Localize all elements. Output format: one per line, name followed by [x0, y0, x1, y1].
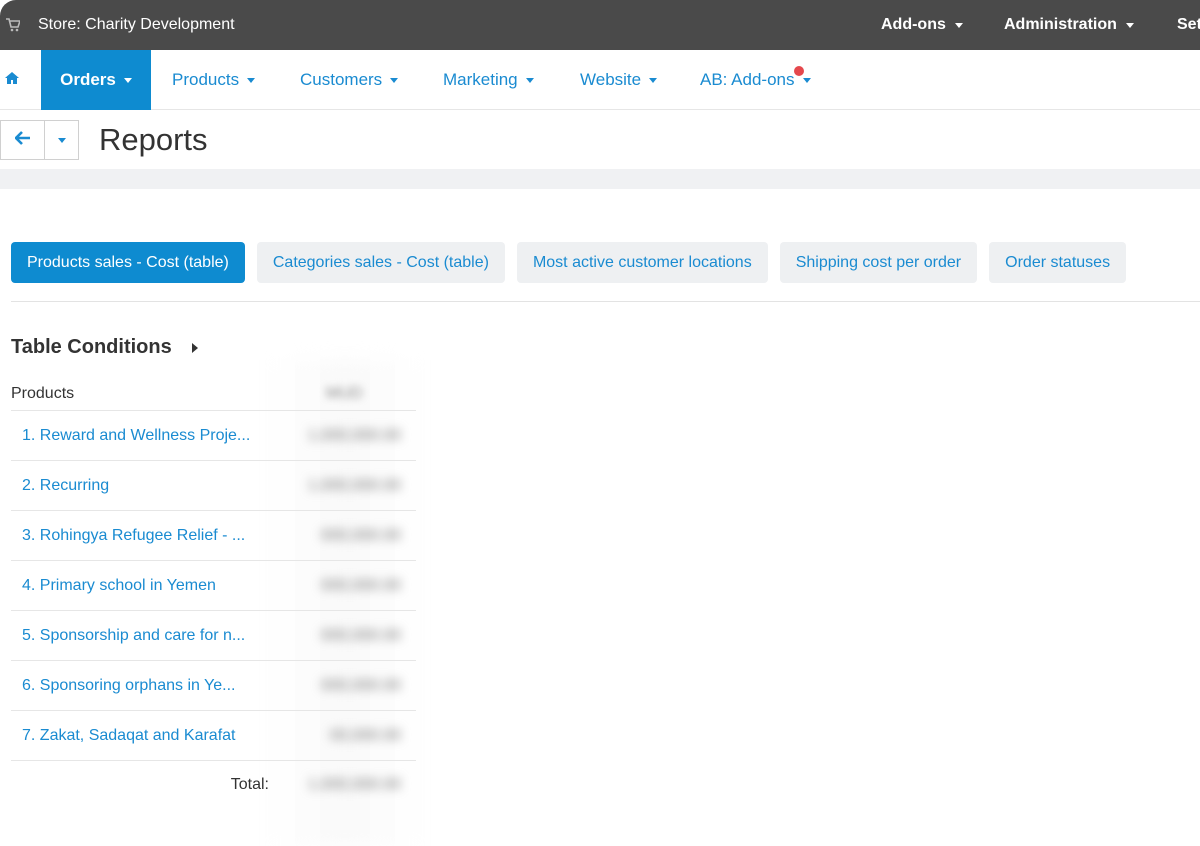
- product-link[interactable]: 1. Reward and Wellness Proje...: [22, 427, 250, 445]
- back-button[interactable]: [0, 120, 45, 160]
- history-dropdown-button[interactable]: [45, 120, 79, 160]
- nav-website[interactable]: Website: [580, 50, 658, 110]
- chevron-down-icon: [802, 77, 811, 83]
- main-nav: Orders Products Customers Marketing Webs…: [0, 50, 1200, 110]
- topbar-menu-addons[interactable]: Add-ons: [881, 16, 963, 34]
- tab-categories-sales-cost[interactable]: Categories sales - Cost (table): [256, 242, 505, 283]
- product-link[interactable]: 6. Sponsoring orphans in Ye...: [22, 677, 236, 695]
- notification-dot: [794, 66, 804, 76]
- tab-order-statuses[interactable]: Order statuses: [989, 242, 1127, 283]
- caret-right-icon: [191, 342, 198, 353]
- total-amount: 1,000,000.00: [307, 776, 401, 793]
- chevron-down-icon: [954, 22, 963, 28]
- nav-ab-addons-label: AB: Add-ons: [700, 70, 795, 89]
- table-row: 4. Primary school in Yemen 000,000.00: [11, 561, 416, 611]
- report-tabs: Products sales - Cost (table) Categories…: [11, 242, 1138, 283]
- chevron-down-icon: [247, 77, 256, 83]
- nav-orders-label: Orders: [60, 70, 116, 89]
- table-row: 6. Sponsoring orphans in Ye... 000,000.0…: [11, 661, 416, 711]
- topbar-menu-administration[interactable]: Administration: [1004, 16, 1134, 34]
- tab-shipping-cost[interactable]: Shipping cost per order: [779, 242, 978, 283]
- topbar-settings-label: Set: [1177, 16, 1200, 33]
- product-amount: 000,000.00: [320, 626, 401, 644]
- topbar-menu-settings[interactable]: Set: [1177, 16, 1200, 34]
- home-icon: [4, 70, 20, 90]
- product-amount: 000,000.00: [320, 576, 401, 594]
- product-amount: 000,000.00: [320, 676, 401, 694]
- title-bar: Reports: [0, 111, 1200, 169]
- divider: [11, 301, 1200, 302]
- divider-strip: [0, 169, 1200, 189]
- top-bar: Store: Charity Development Add-ons Admin…: [0, 0, 1200, 50]
- nav-customers[interactable]: Customers: [300, 50, 399, 110]
- topbar-administration-label: Administration: [1004, 16, 1117, 33]
- topbar-addons-label: Add-ons: [881, 16, 946, 33]
- table-header: Products MUD: [11, 378, 416, 411]
- table-total-row: Total: 1,000,000.00: [11, 761, 416, 811]
- report-table: Products MUD 1. Reward and Wellness Proj…: [11, 378, 416, 811]
- table-row: 2. Recurring 1,000,000.00: [11, 461, 416, 511]
- product-link[interactable]: 3. Rohingya Refugee Relief - ...: [22, 527, 245, 545]
- product-amount: 1,000,000.00: [307, 426, 401, 444]
- header-amount: MUD: [326, 385, 363, 402]
- store-selector[interactable]: Store: Charity Development: [0, 0, 235, 50]
- table-conditions-label: Table Conditions: [11, 336, 172, 358]
- table-row: 1. Reward and Wellness Proje... 1,000,00…: [11, 411, 416, 461]
- chevron-down-icon: [649, 77, 658, 83]
- chevron-down-icon: [123, 77, 132, 83]
- product-link[interactable]: 7. Zakat, Sadaqat and Karafat: [22, 727, 235, 745]
- nav-products[interactable]: Products: [172, 50, 256, 110]
- header-products: Products: [11, 385, 75, 402]
- product-amount: 000,000.00: [320, 526, 401, 544]
- nav-customers-label: Customers: [300, 70, 383, 89]
- tab-products-sales-cost[interactable]: Products sales - Cost (table): [11, 242, 245, 283]
- table-row: 3. Rohingya Refugee Relief - ... 000,000…: [11, 511, 416, 561]
- nav-marketing-label: Marketing: [443, 70, 518, 89]
- chevron-down-icon: [57, 137, 66, 143]
- product-amount: 1,000,000.00: [307, 476, 401, 494]
- product-link[interactable]: 5. Sponsorship and care for n...: [22, 627, 245, 645]
- home-button[interactable]: [4, 50, 20, 110]
- table-conditions-toggle[interactable]: Table Conditions: [11, 336, 198, 359]
- chevron-down-icon: [390, 77, 399, 83]
- product-amount: 00,000.00: [329, 726, 401, 744]
- arrow-left-icon: [13, 130, 31, 150]
- product-link[interactable]: 4. Primary school in Yemen: [22, 577, 216, 595]
- nav-ab-addons[interactable]: AB: Add-ons: [700, 50, 811, 110]
- total-label: Total:: [230, 776, 269, 793]
- chevron-down-icon: [1125, 22, 1134, 28]
- nav-products-label: Products: [172, 70, 240, 89]
- store-label: Store: Charity Development: [38, 16, 235, 33]
- nav-website-label: Website: [580, 70, 642, 89]
- cart-icon: [6, 18, 22, 32]
- nav-marketing[interactable]: Marketing: [443, 50, 534, 110]
- table-row: 7. Zakat, Sadaqat and Karafat 00,000.00: [11, 711, 416, 761]
- page-title: Reports: [99, 122, 208, 157]
- table-row: 5. Sponsorship and care for n... 000,000…: [11, 611, 416, 661]
- chevron-down-icon: [525, 77, 534, 83]
- product-link[interactable]: 2. Recurring: [22, 477, 109, 495]
- nav-orders[interactable]: Orders: [41, 50, 151, 110]
- tab-customer-locations[interactable]: Most active customer locations: [516, 242, 768, 283]
